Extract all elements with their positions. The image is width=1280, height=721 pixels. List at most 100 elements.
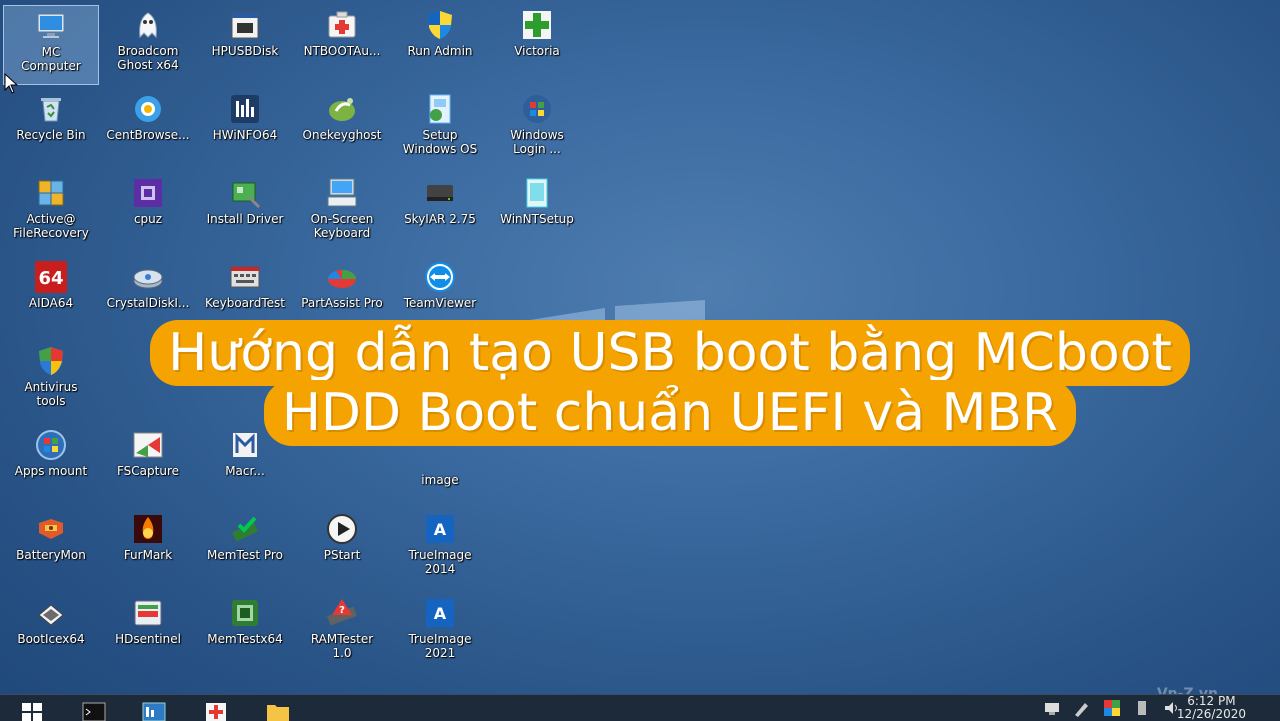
desktop-icon-antivirus-tools[interactable]: Antivirus tools — [3, 341, 99, 421]
desktop-icon-memtestx64[interactable]: MemTestx64 — [197, 593, 293, 673]
usb-tool-icon — [231, 11, 259, 39]
icon-label: Run Admin — [407, 44, 473, 58]
desktop-icon-furmark[interactable]: FurMark — [100, 509, 196, 589]
setup-icon — [429, 94, 451, 124]
disk-info-icon — [133, 269, 163, 289]
icon-label: Victoria — [514, 44, 560, 58]
desktop-icon-windows-login[interactable]: Windows Login ... — [489, 89, 585, 169]
banner-line-1: Hướng dẫn tạo USB boot bằng MCboot — [150, 320, 1190, 386]
desktop-icon-hwinfo64[interactable]: HWiNFO64 — [197, 89, 293, 169]
icon-label: Setup Windows OS — [402, 128, 478, 156]
color-icon[interactable] — [1103, 699, 1121, 717]
desktop-icon-recycle-bin[interactable]: Recycle Bin — [3, 89, 99, 169]
icon-label: BootIcex64 — [17, 632, 85, 646]
desktop-icon-victoria[interactable]: Victoria — [489, 5, 585, 85]
windows-orb-icon — [36, 430, 66, 460]
onekeyghost-icon — [329, 98, 355, 121]
icon-label: Windows Login ... — [510, 128, 564, 156]
desktop-icon-trueimage-2021[interactable]: A TrueImage 2021 — [392, 593, 488, 673]
desktop-icon-winntsetup[interactable]: WinNTSetup — [489, 173, 585, 253]
folder-taskbar-icon[interactable] — [266, 699, 290, 721]
icon-label: PartAssist Pro — [301, 296, 383, 310]
clock-date: 12/26/2020 — [1176, 707, 1246, 721]
desktop-icon-setup-windows-os[interactable]: Setup Windows OS — [392, 89, 488, 169]
icon-label: MC Computer — [21, 45, 81, 73]
icon-label: WinNTSetup — [500, 212, 574, 226]
desktop-icon-cpuz[interactable]: cpuz — [100, 173, 196, 253]
desktop-icon-broadcom-ghost[interactable]: Broadcom Ghost x64 — [100, 5, 196, 85]
icon-label: NTBOOTAu... — [303, 44, 381, 58]
desktop-icon-trueimage-2014[interactable]: A TrueImage 2014 — [392, 509, 488, 589]
banner-line-2: HDD Boot chuẩn UEFI và MBR — [263, 380, 1077, 446]
windows-flag-icon — [523, 95, 551, 123]
desktop-icon-onekeyghost[interactable]: Onekeyghost — [294, 89, 390, 169]
desktop-icon-hpusbdisk[interactable]: HPUSBDisk — [197, 5, 293, 85]
desktop-icon-booticex64[interactable]: BootIcex64 — [3, 593, 99, 673]
desktop-icon-on-screen-keyboard[interactable]: On-Screen Keyboard — [294, 173, 390, 253]
monitor-taskbar-icon[interactable] — [142, 699, 166, 721]
recycle-bin-icon — [41, 98, 61, 122]
icon-label: TeamViewer — [403, 296, 477, 310]
icon-label: BatteryMon — [16, 548, 86, 562]
desktop-icon-install-driver[interactable]: Install Driver — [197, 173, 293, 253]
usb-tray-icon[interactable] — [1133, 699, 1151, 717]
cpu-icon — [134, 179, 162, 207]
icon-label: HWiNFO64 — [212, 128, 278, 142]
brush-icon[interactable] — [1073, 699, 1091, 717]
desktop-icon-aida64[interactable]: 64 AIDA64 — [3, 257, 99, 337]
icon-label: Active@ FileRecovery — [13, 212, 89, 240]
partition-icon — [328, 270, 356, 288]
icon-label: Recycle Bin — [16, 128, 86, 142]
icon-label: MemTestx64 — [207, 632, 283, 646]
icon-label: FurMark — [123, 548, 173, 562]
driver-icon — [232, 182, 261, 209]
desktop-icon-pstart[interactable]: PStart — [294, 509, 390, 589]
trueimage-icon: A — [426, 599, 454, 627]
svg-text:?: ? — [339, 605, 345, 616]
desktop-icon-apps-mount[interactable]: Apps mount — [3, 425, 99, 505]
browser-icon — [135, 96, 161, 122]
desktop-icon-ramtester[interactable]: ? RAMTester 1.0 — [294, 593, 390, 673]
shield-icon — [428, 11, 452, 39]
icon-label: MemTest Pro — [207, 548, 283, 562]
aida64-icon: 64 — [35, 261, 67, 293]
play-icon — [327, 514, 357, 544]
icon-label: CrystalDiskI... — [106, 296, 190, 310]
icon-label: Macr... — [225, 464, 265, 478]
start-button-icon[interactable] — [20, 699, 44, 721]
title-banner: Hướng dẫn tạo USB boot bằng MCboot HDD B… — [90, 320, 1250, 446]
desktop-icon-active-filerecovery[interactable]: Active@ FileRecovery — [3, 173, 99, 253]
system-clock[interactable]: 6:12 PM 12/26/2020 — [1177, 695, 1246, 721]
aid-taskbar-icon[interactable] — [204, 699, 228, 721]
svg-text:A: A — [434, 604, 447, 623]
bootice-icon — [38, 604, 64, 626]
desktop-icon-memtest-pro[interactable]: MemTest Pro — [197, 509, 293, 589]
icon-label: RAMTester 1.0 — [310, 632, 374, 660]
memtestx64-icon — [232, 600, 258, 626]
desktop-icon-centbrowser[interactable]: CentBrowse... — [100, 89, 196, 169]
terminal-taskbar-icon[interactable] — [82, 699, 106, 721]
desktop-icon-batterymon[interactable]: BatteryMon — [3, 509, 99, 589]
desktop-icon-hdsentinel[interactable]: HDsentinel — [100, 593, 196, 673]
desktop-icon-ntbootautofix[interactable]: NTBOOTAu... — [294, 5, 390, 85]
icon-label: CentBrowse... — [106, 128, 190, 142]
desktop-icon-skyiar[interactable]: SkyIAR 2.75 — [392, 173, 488, 253]
keyboard-icon — [327, 178, 357, 207]
svg-text:A: A — [434, 520, 447, 539]
icon-label: HPUSBDisk — [211, 44, 279, 58]
svg-text:64: 64 — [38, 268, 63, 289]
ramtester-icon: ? — [327, 599, 357, 626]
network-icon[interactable] — [1043, 699, 1061, 717]
icon-label: TrueImage 2021 — [408, 632, 472, 660]
hdsentinel-icon — [134, 600, 162, 626]
memtest-icon — [232, 516, 258, 542]
furmark-icon — [134, 515, 162, 543]
icon-label: image — [421, 473, 459, 487]
icon-label: Broadcom Ghost x64 — [117, 44, 179, 72]
keyboard-test-icon — [230, 266, 260, 288]
icon-label: PStart — [323, 548, 361, 562]
first-aid-icon — [328, 11, 356, 38]
teamviewer-icon — [425, 262, 455, 292]
icon-label: Onekeyghost — [302, 128, 382, 142]
desktop-icon-run-admin[interactable]: Run Admin — [392, 5, 488, 85]
